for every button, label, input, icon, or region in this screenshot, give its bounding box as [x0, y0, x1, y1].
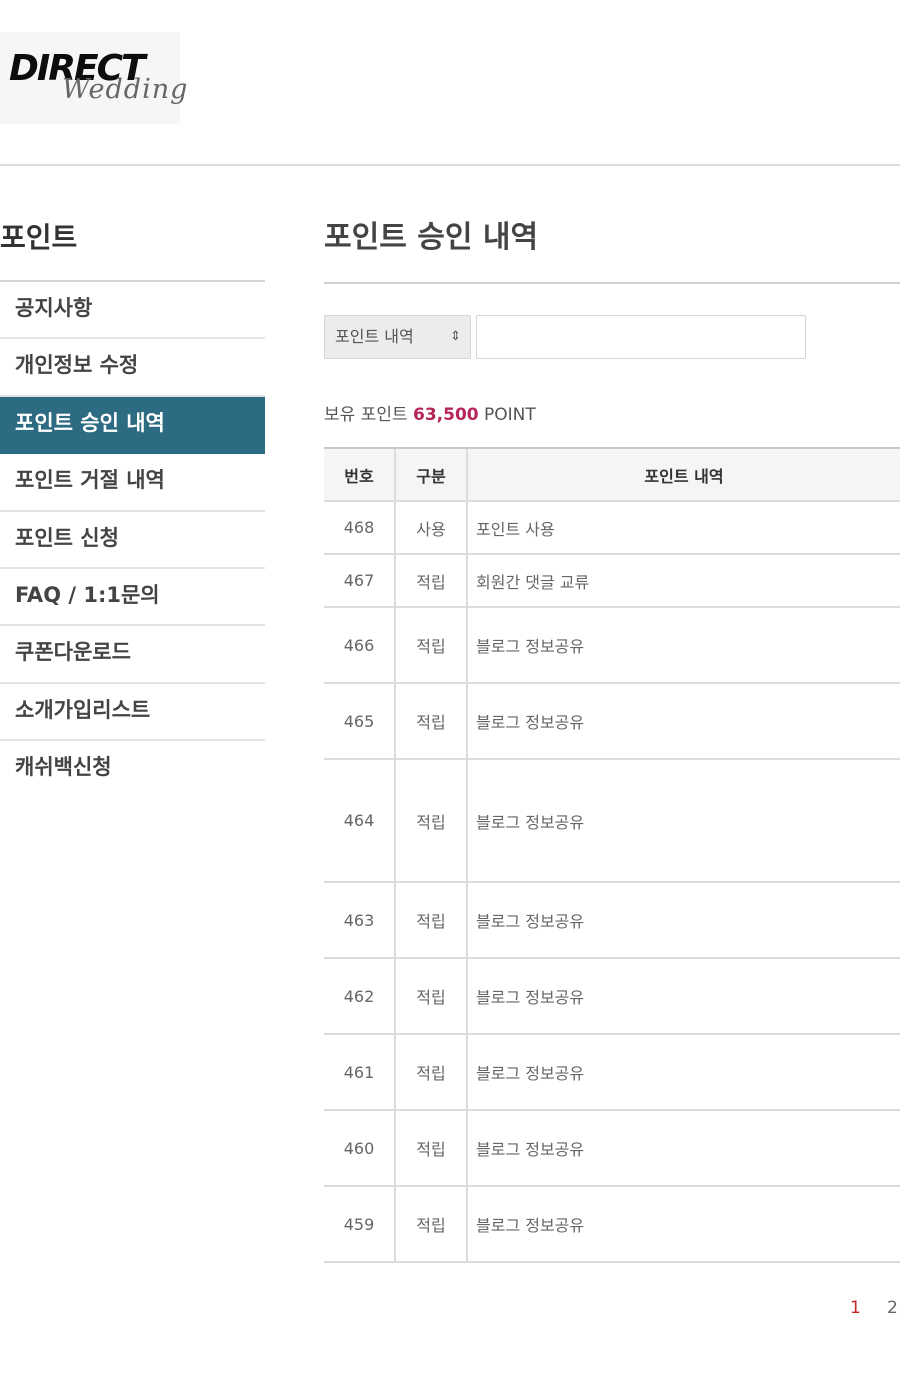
row-description: 블로그 정보공유: [476, 1064, 585, 1083]
row-description: 회원간 댓글 교류: [476, 572, 590, 592]
table-row: 468 사용 포인트 사용: [324, 502, 900, 555]
search-input[interactable]: [476, 315, 806, 359]
row-number: 460: [324, 1111, 396, 1185]
sidebar-item-coupon-download[interactable]: 쿠폰다운로드: [0, 626, 265, 684]
row-type: 사용: [396, 502, 468, 553]
row-description: 블로그 정보공유: [476, 1216, 585, 1235]
points-balance: 보유 포인트 63,500 POINT: [324, 400, 536, 425]
table-row: 467 적립 회원간 댓글 교류: [324, 555, 900, 608]
row-number: 462: [324, 959, 396, 1033]
row-type: 적립: [396, 1111, 468, 1185]
site-logo[interactable]: DIRECT Wedding: [0, 32, 187, 124]
row-type: 적립: [396, 883, 468, 957]
sidebar-title: 포인트: [0, 208, 265, 282]
row-type: 적립: [396, 1187, 468, 1261]
row-number: 464: [324, 760, 396, 881]
page-title: 포인트 승인 내역: [324, 208, 900, 284]
table-row: 459 적립 블로그 정보공유: [324, 1187, 900, 1263]
table-header-row: 번호 구분 포인트 내역: [324, 449, 900, 502]
row-type: 적립: [396, 608, 468, 682]
sidebar-item-point-rejected[interactable]: 포인트 거절 내역: [0, 454, 265, 512]
points-label: 보유 포인트: [324, 405, 408, 425]
row-description: 블로그 정보공유: [476, 713, 585, 732]
site-header: DIRECT Wedding: [0, 0, 900, 166]
sidebar-item-edit-profile[interactable]: 개인정보 수정: [0, 339, 265, 397]
table-row: 466 적립 블로그 정보공유: [324, 608, 900, 684]
row-description: 블로그 정보공유: [476, 988, 585, 1007]
row-number: 468: [324, 502, 396, 553]
row-type: 적립: [396, 760, 468, 881]
row-description: 블로그 정보공유: [476, 637, 585, 656]
row-type: 적립: [396, 1035, 468, 1109]
row-description: 블로그 정보공유: [476, 1140, 585, 1159]
row-description: 블로그 정보공유: [476, 812, 585, 832]
col-header-number: 번호: [324, 449, 396, 500]
sidebar-item-faq[interactable]: FAQ / 1:1문의: [0, 569, 265, 627]
row-number: 467: [324, 555, 396, 606]
select-arrows-icon: ⇕: [450, 329, 461, 344]
col-header-description: 포인트 내역: [644, 466, 724, 486]
row-type: 적립: [396, 555, 468, 606]
table-row: 462 적립 블로그 정보공유: [324, 959, 900, 1035]
table-row: 460 적립 블로그 정보공유: [324, 1111, 900, 1187]
row-number: 461: [324, 1035, 396, 1109]
row-description: 블로그 정보공유: [476, 912, 585, 931]
pagination: 1 2: [840, 1298, 900, 1320]
row-number: 463: [324, 883, 396, 957]
col-header-type: 구분: [396, 449, 468, 500]
points-unit: POINT: [484, 405, 536, 425]
table-row: 461 적립 블로그 정보공유: [324, 1035, 900, 1111]
logo-script: Wedding: [62, 74, 189, 105]
sidebar-item-notice[interactable]: 공지사항: [0, 282, 265, 340]
row-type: 적립: [396, 959, 468, 1033]
table-row: 465 적립 블로그 정보공유: [324, 684, 900, 760]
page-link-2[interactable]: 2: [887, 1298, 898, 1318]
sidebar-item-point-approved[interactable]: 포인트 승인 내역: [0, 396, 265, 455]
row-number: 465: [324, 684, 396, 758]
table-row: 464 적립 블로그 정보공유: [324, 760, 900, 883]
sidebar-item-cashback[interactable]: 캐쉬백신청: [0, 741, 265, 798]
points-value: 63,500: [413, 405, 479, 425]
row-type: 적립: [396, 684, 468, 758]
sidebar: 포인트 공지사항 개인정보 수정 포인트 승인 내역 포인트 거절 내역 포인트…: [0, 208, 265, 799]
search-row: 포인트 내역 ⇕: [324, 315, 900, 359]
points-table: 번호 구분 포인트 내역 468 사용 포인트 사용 467 적립 회원간 댓글…: [324, 447, 900, 1263]
row-number: 466: [324, 608, 396, 682]
sidebar-item-point-request[interactable]: 포인트 신청: [0, 512, 265, 569]
page-link-1[interactable]: 1: [850, 1298, 861, 1318]
row-number: 459: [324, 1187, 396, 1261]
row-description: 포인트 사용: [476, 519, 555, 539]
search-type-value: 포인트 내역: [335, 327, 414, 346]
search-type-select[interactable]: 포인트 내역 ⇕: [324, 315, 471, 359]
sidebar-item-referral-list[interactable]: 소개가입리스트: [0, 684, 265, 742]
main-content: 포인트 승인 내역 포인트 내역 ⇕ 보유 포인트 63,500 POINT 번…: [324, 208, 900, 1263]
table-row: 463 적립 블로그 정보공유: [324, 883, 900, 959]
